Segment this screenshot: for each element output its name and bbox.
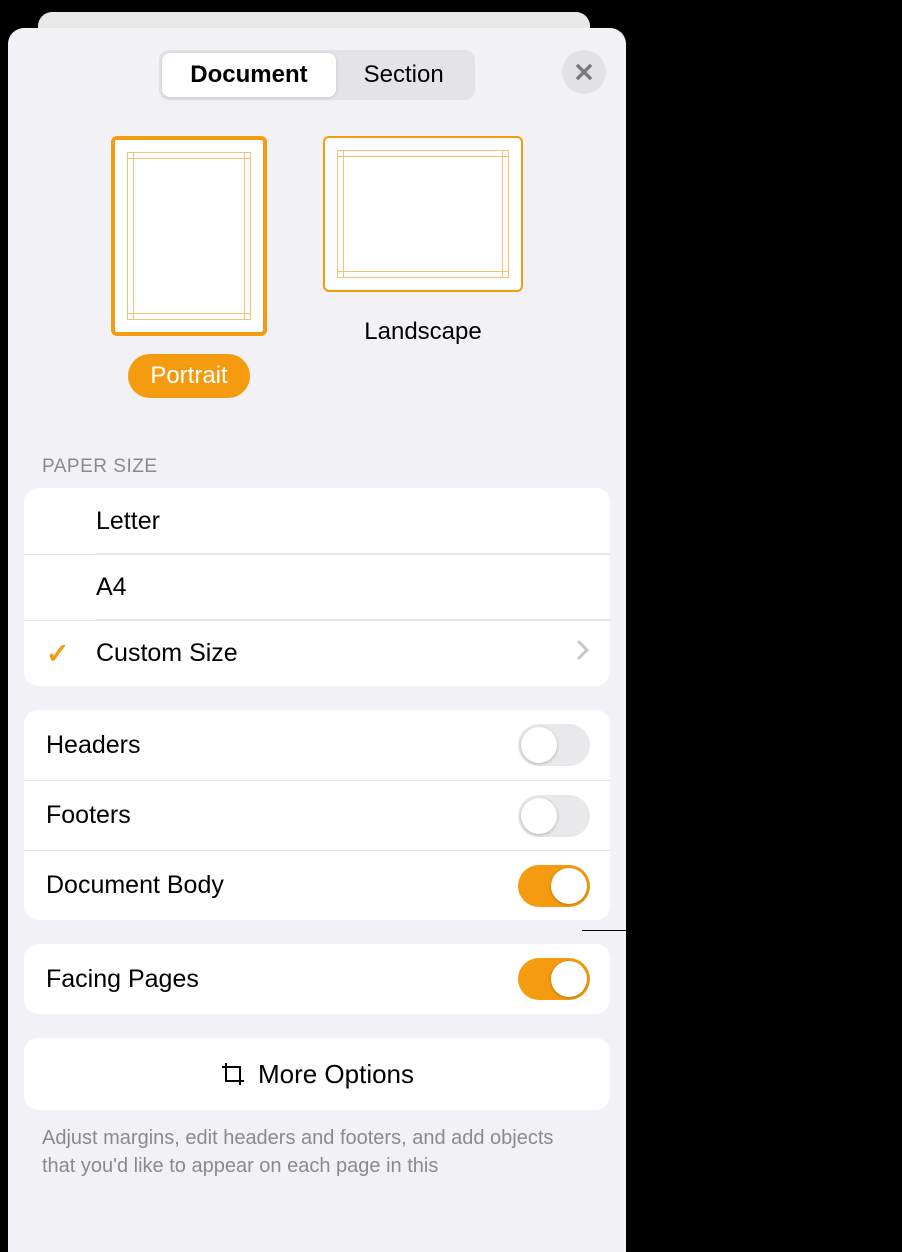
panel-header: Document Section [8, 28, 626, 118]
facing-pages-row: Facing Pages [24, 944, 610, 1014]
paper-size-label: Custom Size [96, 639, 238, 668]
facing-pages-list: Facing Pages [24, 944, 610, 1014]
document-body-toggle[interactable] [518, 865, 590, 907]
landscape-thumbnail[interactable] [323, 136, 523, 292]
orientation-portrait-option[interactable]: Portrait [111, 136, 267, 398]
callout-text: If Document Body is ticked, you're worki… [650, 905, 890, 1040]
footers-label: Footers [46, 801, 131, 830]
headers-toggle[interactable] [518, 724, 590, 766]
document-toggles-list: Headers Footers Document Body [24, 710, 610, 920]
more-options-label: More Options [258, 1059, 414, 1090]
headers-row: Headers [24, 710, 610, 780]
portrait-label[interactable]: Portrait [128, 354, 249, 398]
portrait-thumbnail[interactable] [111, 136, 267, 336]
paper-size-label: A4 [96, 573, 127, 602]
facing-pages-toggle[interactable] [518, 958, 590, 1000]
paper-size-label: Letter [96, 507, 160, 536]
document-body-label: Document Body [46, 871, 224, 900]
facing-pages-label: Facing Pages [46, 965, 199, 994]
more-options-button[interactable]: More Options [24, 1038, 610, 1110]
paper-size-letter[interactable]: Letter [24, 488, 610, 554]
orientation-landscape-option[interactable]: Landscape [323, 136, 523, 398]
callout-leader-line [582, 930, 642, 931]
headers-label: Headers [46, 731, 141, 760]
more-options-description: Adjust margins, edit headers and footers… [8, 1110, 626, 1180]
close-button[interactable] [562, 50, 606, 94]
chevron-right-icon [576, 639, 590, 668]
checkmark-icon: ✓ [46, 637, 69, 670]
document-options-panel: Document Section Portrait Landscape PAPE… [8, 28, 626, 1252]
paper-size-list: Letter A4 ✓ Custom Size [24, 488, 610, 686]
tab-document[interactable]: Document [162, 53, 335, 97]
footers-toggle[interactable] [518, 795, 590, 837]
footers-row: Footers [24, 780, 610, 850]
orientation-picker: Portrait Landscape [8, 118, 626, 426]
close-icon [574, 62, 594, 82]
landscape-label[interactable]: Landscape [342, 310, 503, 354]
more-options-card: More Options [24, 1038, 610, 1110]
document-body-row: Document Body [24, 850, 610, 920]
tab-segmented-control: Document Section [159, 50, 474, 100]
paper-size-heading: PAPER SIZE [8, 426, 626, 488]
tab-section[interactable]: Section [336, 53, 472, 97]
paper-size-custom[interactable]: ✓ Custom Size [24, 620, 610, 686]
paper-size-a4[interactable]: A4 [24, 554, 610, 620]
crop-icon [220, 1061, 246, 1087]
